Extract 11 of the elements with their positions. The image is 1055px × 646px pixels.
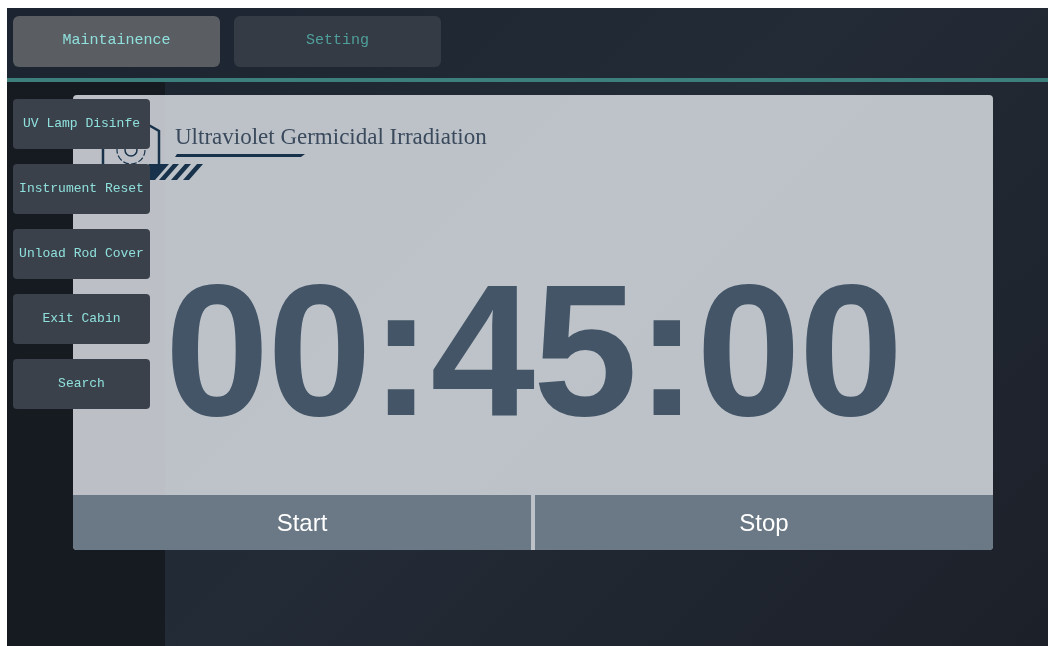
tab[interactable]: Maintainence bbox=[13, 16, 220, 67]
sidebar-item[interactable]: Unload Rod Cover bbox=[13, 229, 150, 279]
action-button[interactable]: Stop bbox=[535, 495, 993, 550]
tab[interactable]: Setting bbox=[234, 16, 441, 67]
sidebar-item[interactable]: Exit Cabin bbox=[13, 294, 150, 344]
dialog-title: Ultraviolet Germicidal Irradiation bbox=[175, 122, 487, 151]
sidebar-item[interactable]: Instrument Reset bbox=[13, 164, 150, 214]
sidebar-item[interactable]: Search bbox=[13, 359, 150, 409]
countdown-timer: 00:45:00 bbox=[164, 256, 902, 444]
action-button[interactable]: Start bbox=[73, 495, 531, 550]
sidebar-item[interactable]: UV Lamp Disinfe bbox=[13, 99, 150, 149]
